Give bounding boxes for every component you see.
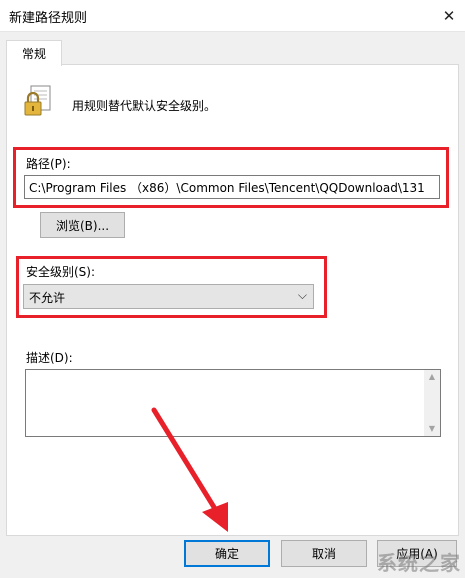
close-icon[interactable]: ✕ bbox=[433, 0, 465, 31]
comment-input[interactable]: ▲ ▼ bbox=[25, 369, 441, 437]
cancel-button[interactable]: 取消 bbox=[281, 540, 367, 567]
security-level-value: 不允许 bbox=[29, 291, 66, 305]
comment-label: 描述(D): bbox=[26, 351, 73, 365]
path-input[interactable]: C:\Program Files （x86）\Common Files\Tenc… bbox=[24, 175, 440, 199]
title-bar: 新建路径规则 ✕ bbox=[0, 0, 465, 32]
watermark: 系统之家 bbox=[377, 551, 461, 575]
browse-button[interactable]: 浏览(B)... bbox=[40, 212, 125, 238]
comment-scrollbar[interactable]: ▲ ▼ bbox=[424, 370, 440, 436]
scroll-down-icon[interactable]: ▼ bbox=[424, 422, 440, 436]
chevron-down-icon: ⌵ bbox=[297, 288, 307, 302]
window-title: 新建路径规则 bbox=[9, 11, 88, 26]
ok-button[interactable]: 确定 bbox=[184, 540, 270, 567]
security-level-label: 安全级别(S): bbox=[26, 265, 96, 279]
tab-general[interactable]: 常规 bbox=[6, 40, 62, 66]
security-level-select[interactable]: 不允许 ⌵ bbox=[23, 284, 314, 309]
scroll-up-icon[interactable]: ▲ bbox=[424, 370, 440, 384]
path-label: 路径(P): bbox=[26, 157, 71, 171]
lock-document-icon bbox=[24, 85, 51, 116]
rule-description: 用规则替代默认安全级别。 bbox=[72, 99, 217, 113]
